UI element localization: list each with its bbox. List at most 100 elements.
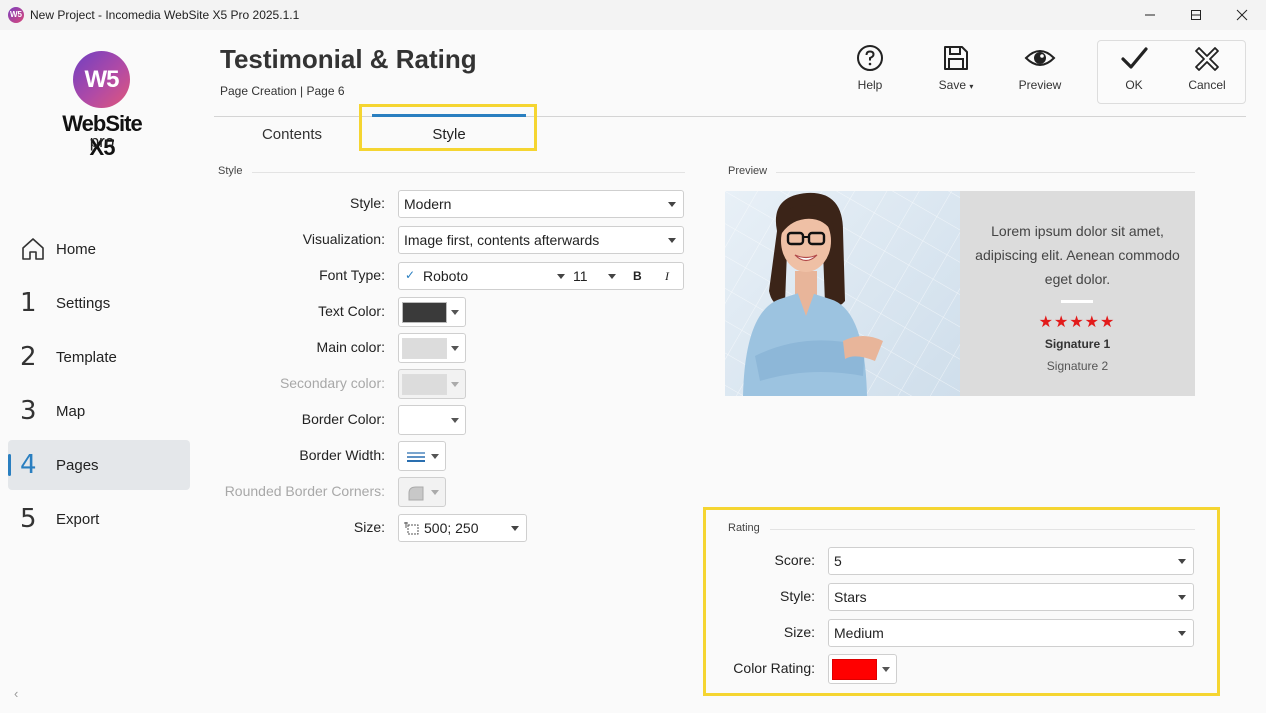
ok-button[interactable]: OK: [1108, 44, 1160, 102]
sidebar-item-pages[interactable]: 4 Pages: [8, 440, 190, 490]
sidebar-item-settings[interactable]: 1 Settings: [8, 278, 190, 328]
nav-number: 4: [20, 450, 37, 480]
sidebar-item-export[interactable]: 5 Export: [8, 494, 190, 544]
main-color-swatch: [402, 338, 447, 359]
window-title: New Project - Incomedia WebSite X5 Pro 2…: [30, 8, 300, 22]
size-label: Size:: [353, 519, 385, 535]
close-icon: [1236, 9, 1248, 21]
font-size-value[interactable]: 11: [573, 268, 588, 284]
style-label: Style:: [349, 195, 385, 211]
preview-testimonial-text: Lorem ipsum dolor sit amet, adipiscing e…: [975, 223, 1180, 287]
bold-button[interactable]: B: [633, 269, 642, 283]
cancel-label: Cancel: [1188, 78, 1226, 92]
app-icon: W5: [8, 7, 24, 23]
resize-icon: [404, 522, 419, 535]
save-label: Save: [938, 78, 966, 92]
help-icon: [857, 45, 883, 71]
eye-icon: [1024, 50, 1056, 66]
maximize-icon: [1191, 10, 1201, 20]
main-color-picker[interactable]: [398, 333, 466, 363]
size-select[interactable]: 500; 250: [398, 514, 527, 542]
tab-contents[interactable]: Contents: [232, 118, 352, 150]
rating-highlight-box: [703, 507, 1220, 696]
person-illustration: [725, 191, 960, 396]
help-button[interactable]: Help: [845, 44, 895, 102]
secondary-color-picker[interactable]: [398, 369, 466, 399]
close-window-button[interactable]: [1219, 0, 1265, 30]
text-color-picker[interactable]: [398, 297, 466, 327]
ok-label: OK: [1125, 78, 1143, 92]
style-select[interactable]: Modern: [398, 190, 684, 218]
breadcrumb: Page Creation | Page 6: [220, 84, 345, 98]
text-color-swatch: [402, 302, 447, 323]
dropdown-arrow-icon: [451, 382, 459, 387]
font-type-label: Font Type:: [319, 267, 385, 283]
checkmark-icon: [1121, 47, 1148, 69]
rounded-corners-picker[interactable]: [398, 477, 446, 507]
sidebar-item-label: Template: [56, 348, 117, 366]
minimize-dash-icon: [1145, 14, 1155, 16]
dropdown-arrow-icon: [668, 202, 676, 207]
secondary-color-swatch: [402, 374, 447, 395]
style-value: Modern: [404, 196, 452, 212]
sidebar-item-label: Export: [56, 510, 100, 528]
secondary-color-label: Secondary color:: [279, 375, 385, 391]
dropdown-arrow-icon: [431, 490, 439, 495]
check-icon: ✓: [405, 268, 416, 282]
dropdown-arrow-icon: [431, 454, 439, 459]
dropdown-arrow-icon: [668, 238, 676, 243]
border-width-icon: [407, 452, 425, 462]
home-icon: [20, 236, 56, 262]
cancel-x-icon: [1195, 47, 1219, 71]
text-color-label: Text Color:: [318, 303, 385, 319]
testimonial-photo: [725, 191, 960, 396]
caret-down-icon: ▾: [969, 82, 974, 91]
nav-number: 1: [20, 288, 37, 318]
save-button[interactable]: Save ▾: [930, 44, 982, 102]
preview-stars: ★★★★★: [1038, 314, 1116, 331]
visualization-value: Image first, contents afterwards: [404, 232, 600, 248]
nav-number: 3: [20, 396, 37, 426]
rounded-corner-icon: [408, 486, 424, 501]
cancel-button[interactable]: Cancel: [1181, 44, 1233, 102]
border-color-picker[interactable]: [398, 405, 466, 435]
nav-number: 5: [20, 504, 37, 534]
italic-button[interactable]: I: [665, 269, 669, 284]
font-name-value[interactable]: Roboto: [423, 268, 468, 284]
preview-divider: [1061, 300, 1093, 303]
sidebar-item-label: Home: [56, 240, 97, 258]
dropdown-arrow-icon: [451, 418, 459, 423]
font-size-dropdown-arrow-icon[interactable]: [608, 274, 616, 279]
tab-highlight-box: [359, 104, 537, 151]
sidebar-item-home[interactable]: Home: [8, 224, 190, 274]
dropdown-arrow-icon: [511, 526, 519, 531]
size-value: 500; 250: [424, 520, 479, 536]
dropdown-arrow-icon: [451, 310, 459, 315]
minimize-btn[interactable]: [1127, 0, 1173, 30]
logo-subtext: pro: [89, 132, 115, 151]
sidebar-item-label: Map: [56, 402, 86, 420]
border-width-label: Border Width:: [299, 447, 385, 463]
sidebar-item-template[interactable]: 2 Template: [8, 332, 190, 382]
border-color-swatch: [402, 410, 447, 431]
collapse-sidebar-chevron-icon[interactable]: ‹: [14, 686, 18, 701]
font-dropdown-arrow-icon[interactable]: [557, 274, 565, 279]
preview-section-heading: Preview: [728, 165, 768, 177]
preview-button[interactable]: Preview: [1014, 44, 1066, 102]
logo: W5: [73, 51, 130, 108]
maximize-btn[interactable]: [1173, 0, 1219, 30]
main-color-label: Main color:: [316, 339, 385, 355]
style-section-heading: Style: [218, 165, 243, 177]
sidebar-item-label: Pages: [56, 456, 99, 474]
save-icon: [944, 46, 968, 70]
visualization-label: Visualization:: [302, 231, 385, 247]
section-divider: [776, 172, 1195, 173]
border-width-picker[interactable]: [398, 441, 446, 471]
nav-number: 2: [20, 342, 37, 372]
visualization-select[interactable]: Image first, contents afterwards: [398, 226, 684, 254]
dropdown-arrow-icon: [451, 346, 459, 351]
preview-signature-2: Signature 2: [1046, 359, 1109, 373]
sidebar-item-label: Settings: [56, 294, 111, 312]
sidebar-item-map[interactable]: 3 Map: [8, 386, 190, 436]
border-color-label: Border Color:: [301, 411, 385, 427]
